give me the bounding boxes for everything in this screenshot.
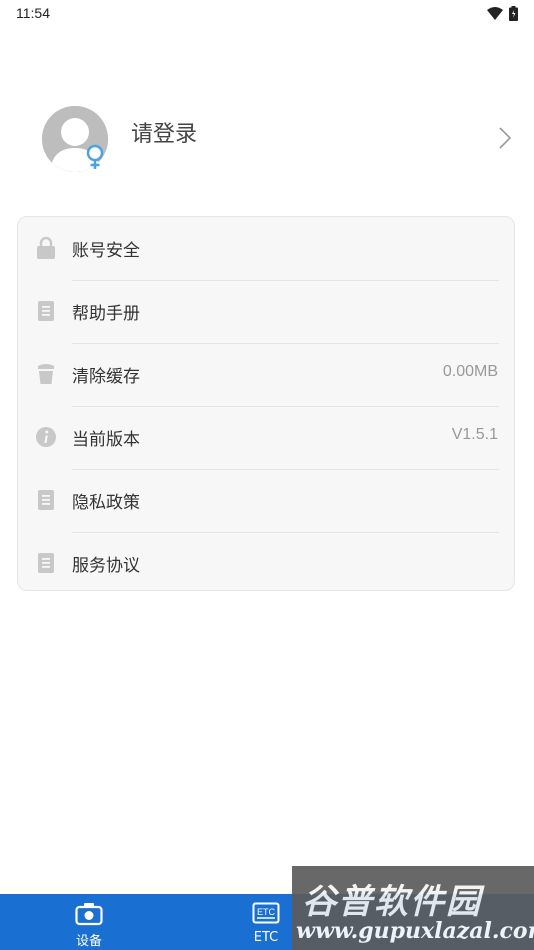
menu-item-label: 账号安全 (72, 241, 140, 261)
version-number: V1.5.1 (451, 426, 498, 443)
menu-item-help-manual[interactable]: 帮助手册 (18, 280, 514, 343)
info-icon (36, 427, 56, 447)
status-icons (487, 6, 518, 21)
svg-text:ETC: ETC (257, 907, 276, 917)
profile-header[interactable]: 请登录 (0, 100, 534, 180)
status-time: 11:54 (16, 5, 50, 21)
settings-menu: 账号安全 帮助手册 清除缓存 0.00MB 当前版本 V1.5.1 隐私政策 服… (17, 216, 515, 591)
menu-item-current-version[interactable]: 当前版本 V1.5.1 (18, 406, 514, 469)
menu-item-privacy-policy[interactable]: 隐私政策 (18, 469, 514, 532)
wifi-icon (487, 6, 503, 20)
tab-label: 设备 (75, 934, 102, 949)
status-bar: 11:54 (0, 0, 534, 28)
tab-device[interactable]: 设备 (29, 894, 149, 950)
trash-icon (38, 364, 54, 384)
female-gender-icon (86, 144, 104, 169)
chevron-right-icon[interactable] (498, 126, 512, 150)
camera-icon (75, 903, 103, 926)
menu-item-label: 服务协议 (72, 556, 140, 576)
document-icon (38, 490, 54, 510)
watermark: 谷普软件园 www.gupuxlazal.com (292, 866, 534, 950)
menu-item-service-agreement[interactable]: 服务协议 (18, 532, 514, 595)
document-icon (38, 553, 54, 573)
menu-item-label: 帮助手册 (72, 304, 140, 324)
cache-size: 0.00MB (442, 363, 498, 380)
menu-item-account-security[interactable]: 账号安全 (18, 217, 514, 280)
lock-icon (37, 236, 55, 259)
battery-icon (509, 6, 518, 21)
watermark-url: www.gupuxlazal.com (296, 918, 534, 944)
menu-item-clear-cache[interactable]: 清除缓存 0.00MB (18, 343, 514, 406)
menu-item-label: 隐私政策 (72, 493, 140, 513)
document-icon (38, 301, 54, 321)
etc-icon: ETC (252, 902, 280, 924)
menu-item-label: 清除缓存 (72, 367, 140, 387)
watermark-title: 谷普软件园 (302, 882, 482, 922)
menu-item-label: 当前版本 (72, 430, 140, 450)
login-prompt[interactable]: 请登录 (131, 116, 197, 148)
